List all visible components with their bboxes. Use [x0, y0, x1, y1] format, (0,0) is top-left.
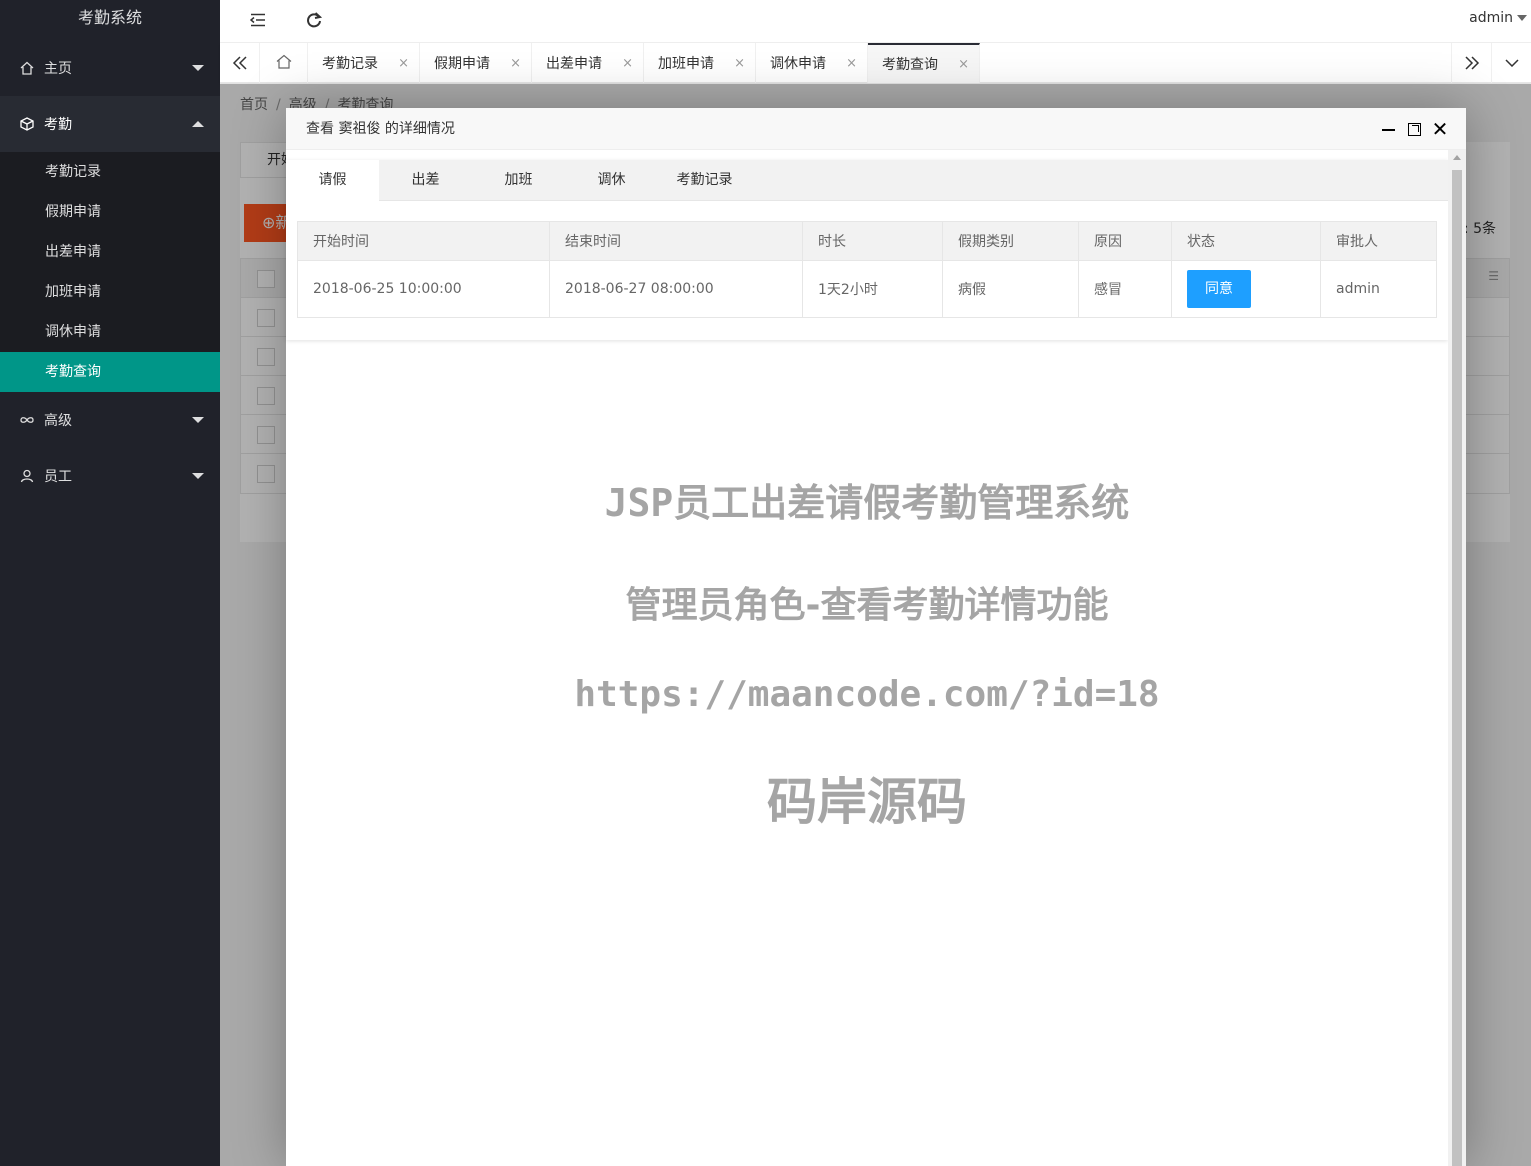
close-icon[interactable]: ×: [958, 57, 969, 72]
modal-body: 请假 出差 加班 调休 考勤记录 开始时间 结束时间 时长 假期类别 原因 状态…: [286, 150, 1448, 1166]
col-approver: 审批人: [1320, 221, 1437, 261]
sidebar-item-label: 考勤: [44, 117, 72, 133]
menu-fold-icon[interactable]: [243, 6, 273, 34]
tab-attendance-record[interactable]: 考勤记录 ×: [308, 43, 420, 83]
watermark-url: https://maancode.com/?id=18: [574, 674, 1160, 715]
home-icon: [276, 54, 292, 73]
tabs-menu-chevron-down-icon[interactable]: [1491, 43, 1531, 83]
top-header: admin: [220, 0, 1531, 43]
sidebar: 考勤系统 主页 考勤 考勤记录 假期申请 出差申请 加班申请 调休申请 考勤查询…: [0, 0, 220, 1166]
cell-reason: 感冒: [1078, 260, 1172, 318]
scrollbar-thumb[interactable]: [1452, 170, 1462, 1166]
leave-table: 开始时间 结束时间 时长 假期类别 原因 状态 审批人 2018-06-25 1…: [297, 221, 1437, 318]
caret-down-icon: [1517, 15, 1527, 21]
cell-status: 同意: [1171, 260, 1321, 318]
detail-modal: 查看 窦祖俊 的详细情况 ✕ 请假 出差 加班 调休 考勤记录 开始时间 结束时…: [286, 108, 1466, 1166]
tab-overtime[interactable]: 加班: [472, 160, 565, 201]
col-status: 状态: [1171, 221, 1321, 261]
sidebar-subitem-overtime-apply[interactable]: 加班申请: [0, 272, 220, 312]
sidebar-item-label: 主页: [44, 61, 72, 77]
cube-icon: [20, 117, 34, 131]
sidebar-subitem-compoff-apply[interactable]: 调休申请: [0, 312, 220, 352]
close-icon[interactable]: ×: [734, 56, 745, 71]
watermark-brand: 码岸源码: [767, 773, 967, 831]
status-badge[interactable]: 同意: [1187, 270, 1251, 308]
home-icon: [20, 61, 34, 75]
tab-compoff-apply[interactable]: 调休申请 ×: [756, 43, 868, 83]
tab-compoff[interactable]: 调休: [565, 160, 658, 201]
modal-title: 查看 窦祖俊 的详细情况: [306, 121, 455, 137]
tab-overtime-apply[interactable]: 加班申请 ×: [644, 43, 756, 83]
cell-start-time: 2018-06-25 10:00:00: [297, 260, 550, 318]
sidebar-item-advanced[interactable]: 高级: [0, 392, 220, 448]
refresh-icon[interactable]: [299, 6, 329, 34]
tab-label: 考勤查询: [882, 57, 938, 73]
chevron-down-icon: [192, 473, 204, 479]
tab-home[interactable]: [260, 43, 308, 83]
tab-trip-apply[interactable]: 出差申请 ×: [532, 43, 644, 83]
close-icon[interactable]: ×: [510, 56, 521, 71]
tab-label: 假期申请: [434, 56, 490, 72]
col-duration: 时长: [802, 221, 943, 261]
tab-leave[interactable]: 请假: [286, 160, 379, 202]
page-tabs-bar: 考勤记录 × 假期申请 × 出差申请 × 加班申请 × 调休申请 × 考勤查询 ×: [220, 43, 1531, 83]
modal-scrollbar[interactable]: [1448, 150, 1466, 1166]
user-menu[interactable]: admin: [1469, 10, 1527, 26]
user-name: admin: [1469, 10, 1513, 26]
infinity-icon: [20, 413, 34, 427]
tabs-scroll-right-icon[interactable]: [1451, 43, 1491, 83]
col-start-time: 开始时间: [297, 221, 550, 261]
tab-leave-apply[interactable]: 假期申请 ×: [420, 43, 532, 83]
watermark-title: JSP员工出差请假考勤管理系统: [604, 481, 1130, 525]
sidebar-item-label: 员工: [44, 469, 72, 485]
watermark-subtitle: 管理员角色-查看考勤详情功能: [625, 585, 1109, 626]
sidebar-subitem-leave-apply[interactable]: 假期申请: [0, 192, 220, 232]
app-logo: 考勤系统: [77, 8, 142, 27]
scroll-up-icon[interactable]: [1453, 155, 1461, 160]
sidebar-submenu: 考勤记录 假期申请 出差申请 加班申请 调休申请 考勤查询: [0, 152, 220, 392]
close-icon[interactable]: ×: [622, 56, 633, 71]
sidebar-item-attendance[interactable]: 考勤: [0, 96, 220, 152]
detail-card: 请假 出差 加班 调休 考勤记录 开始时间 结束时间 时长 假期类别 原因 状态…: [286, 160, 1448, 340]
cell-duration: 1天2小时: [802, 260, 943, 318]
sidebar-item-employee[interactable]: 员工: [0, 448, 220, 504]
tabs-scroll-left-icon[interactable]: [220, 43, 260, 83]
tab-attendance-record[interactable]: 考勤记录: [658, 160, 751, 201]
maximize-icon[interactable]: [1402, 108, 1426, 150]
close-icon[interactable]: ×: [398, 56, 409, 71]
tab-label: 出差申请: [546, 56, 602, 72]
tab-label: 考勤记录: [322, 56, 378, 72]
tab-label: 调休申请: [770, 56, 826, 72]
col-leave-type: 假期类别: [942, 221, 1079, 261]
page-tabs: 考勤记录 × 假期申请 × 出差申请 × 加班申请 × 调休申请 × 考勤查询 ×: [308, 43, 980, 83]
chevron-up-icon: [192, 121, 204, 127]
cell-end-time: 2018-06-27 08:00:00: [549, 260, 803, 318]
tab-label: 加班申请: [658, 56, 714, 72]
sidebar-subitem-attendance-query[interactable]: 考勤查询: [0, 352, 220, 392]
table-header-row: 开始时间 结束时间 时长 假期类别 原因 状态 审批人: [297, 221, 1437, 261]
chevron-down-icon: [192, 417, 204, 423]
cell-leave-type: 病假: [942, 260, 1079, 318]
table-row: 2018-06-25 10:00:00 2018-06-27 08:00:00 …: [297, 260, 1437, 318]
col-end-time: 结束时间: [549, 221, 803, 261]
tab-trip[interactable]: 出差: [379, 160, 472, 201]
tab-attendance-query[interactable]: 考勤查询 ×: [868, 43, 980, 83]
user-icon: [20, 469, 34, 483]
detail-tabs: 请假 出差 加班 调休 考勤记录: [286, 160, 1448, 202]
sidebar-item-home[interactable]: 主页: [0, 40, 220, 96]
sidebar-subitem-attendance-record[interactable]: 考勤记录: [0, 152, 220, 192]
cell-approver: admin: [1320, 260, 1437, 318]
close-icon[interactable]: ✕: [1428, 108, 1452, 150]
minimize-icon[interactable]: [1376, 108, 1400, 150]
sidebar-item-label: 高级: [44, 413, 72, 429]
sidebar-subitem-trip-apply[interactable]: 出差申请: [0, 232, 220, 272]
close-icon[interactable]: ×: [846, 56, 857, 71]
chevron-down-icon: [192, 65, 204, 71]
modal-title-bar[interactable]: 查看 窦祖俊 的详细情况 ✕: [286, 108, 1466, 150]
col-reason: 原因: [1078, 221, 1172, 261]
